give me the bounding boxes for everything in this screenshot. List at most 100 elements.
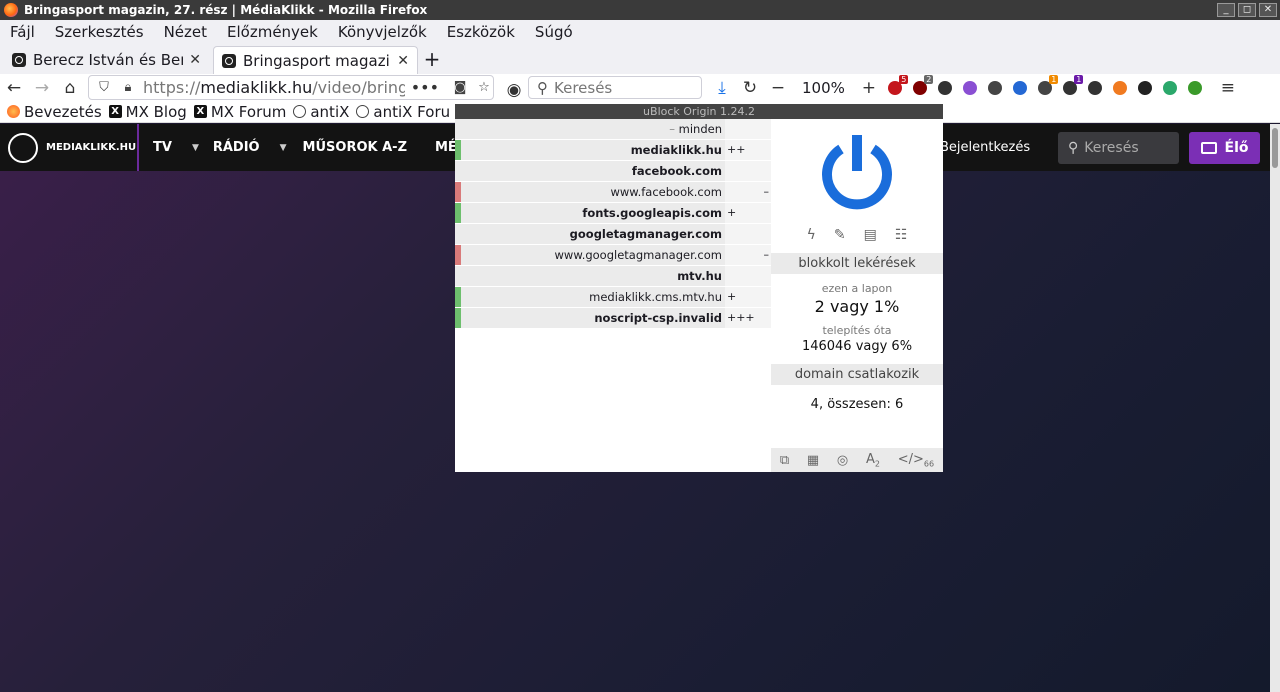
request-count[interactable] (725, 119, 771, 139)
ublock-icon[interactable]: 2 (909, 74, 934, 97)
request-count[interactable] (725, 224, 771, 244)
document-icon[interactable] (1009, 79, 1031, 97)
power-button[interactable] (817, 131, 897, 211)
menu-history[interactable]: Előzmények (217, 23, 328, 41)
chevron-down-icon[interactable]: ▼ (192, 143, 199, 153)
media-block-icon[interactable]: ▦ (807, 453, 819, 468)
ublock-host-row[interactable]: mediaklikk.cms.mtv.hu + (455, 287, 771, 308)
script-block-icon[interactable]: </>66 (898, 452, 934, 469)
request-count[interactable]: ++ (725, 140, 771, 160)
close-icon[interactable]: ✕ (397, 53, 409, 69)
scrollbar-thumb[interactable] (1272, 128, 1278, 168)
nav-musorok[interactable]: MŰSOROK A-Z (303, 140, 407, 155)
cosmetic-filter-icon[interactable]: ◎ (837, 453, 848, 468)
ublock-host-row[interactable]: facebook.com (455, 161, 771, 182)
menu-edit[interactable]: Szerkesztés (45, 23, 154, 41)
ublock-host-row[interactable]: – minden (455, 119, 771, 140)
ublock-hostname[interactable]: mtv.hu (461, 266, 725, 286)
basketball-icon[interactable] (1109, 79, 1131, 97)
site-search-input[interactable]: ⚲ Keresés (1058, 132, 1179, 164)
forward-icon[interactable]: → (28, 76, 56, 100)
lock-icon[interactable]: 🔒︎ (119, 80, 137, 95)
ublock-hostname[interactable]: fonts.googleapis.com (461, 203, 725, 223)
menu-bookmarks[interactable]: Könyvjelzők (328, 23, 437, 41)
minimize-button[interactable]: _ (1217, 3, 1235, 17)
ublock-host-row[interactable]: mtv.hu (455, 266, 771, 287)
ublock-hostname[interactable]: googletagmanager.com (461, 224, 725, 244)
page-scrollbar[interactable] (1270, 124, 1280, 692)
zoom-in-icon[interactable]: + (855, 76, 883, 100)
ublock-hostname[interactable]: www.facebook.com (461, 182, 725, 202)
eyedropper-icon[interactable]: ✎ (834, 227, 846, 245)
font-block-icon[interactable]: A2 (866, 452, 880, 469)
ublock-hostname[interactable]: facebook.com (461, 161, 725, 181)
nav-radio[interactable]: RÁDIÓ (213, 140, 260, 155)
ublock-hostname[interactable]: noscript-csp.invalid (461, 308, 725, 328)
tab-bringasport[interactable]: Bringasport magazin ✕ (213, 46, 418, 74)
ublock-host-row[interactable]: www.facebook.com – (455, 182, 771, 203)
menu-tools[interactable]: Eszközök (437, 23, 525, 41)
download-icon[interactable]: ⤓ (708, 76, 736, 100)
chevron-down-icon[interactable]: ▼ (280, 143, 287, 153)
green-circle-icon[interactable] (1159, 79, 1181, 97)
login-link[interactable]: Bejelentkezés (940, 140, 1030, 155)
reload-icon[interactable]: ↻ (736, 76, 764, 100)
ublock-host-row[interactable]: mediaklikk.hu ++ (455, 140, 771, 161)
multi-color-icon[interactable] (934, 79, 956, 97)
shield-icon[interactable]: ⛉ (95, 80, 113, 95)
menu-file[interactable]: Fájl (0, 23, 45, 41)
request-count[interactable]: + (725, 203, 771, 223)
ublock-host-row[interactable]: googletagmanager.com (455, 224, 771, 245)
zoom-out-icon[interactable]: − (764, 76, 792, 100)
url-text[interactable]: https://mediaklikk.hu/video/bringa (143, 78, 405, 97)
logger-icon[interactable]: ▤ (864, 227, 877, 245)
request-count[interactable]: – (725, 245, 771, 265)
home-icon[interactable]: ⌂ (56, 76, 84, 100)
grid-icon[interactable] (1084, 79, 1106, 97)
lightning-icon[interactable]: ϟ (807, 227, 816, 245)
tab-berecz[interactable]: Berecz István és Ber ✕ (4, 46, 209, 74)
arrow-circle-icon[interactable] (1134, 79, 1156, 97)
building-icon[interactable] (984, 79, 1006, 97)
request-count[interactable]: – (725, 182, 771, 202)
menu-help[interactable]: Súgó (525, 23, 583, 41)
bookmark-mx-forum[interactable]: X MX Forum (193, 103, 286, 121)
request-count[interactable] (725, 266, 771, 286)
close-window-button[interactable]: ✕ (1259, 3, 1277, 17)
request-count[interactable]: +++ (725, 308, 771, 328)
bookmark-antix[interactable]: antiX (293, 103, 349, 121)
menu-view[interactable]: Nézet (154, 23, 217, 41)
ublock-host-row[interactable]: www.googletagmanager.com – (455, 245, 771, 266)
maximize-button[interactable]: ◻ (1238, 3, 1256, 17)
request-count[interactable] (725, 161, 771, 181)
equalizer-icon[interactable]: 1 (1059, 74, 1084, 97)
nav-tv[interactable]: TV (153, 140, 172, 155)
bookmark-bevezetes[interactable]: Bevezetés (7, 103, 102, 121)
account-icon[interactable]: ◉ (500, 78, 528, 102)
zoom-level[interactable]: 100% (792, 79, 855, 97)
ublock-host-row[interactable]: fonts.googleapis.com + (455, 203, 771, 224)
b-plus-icon[interactable] (1184, 79, 1206, 97)
ublock-hostname[interactable]: www.googletagmanager.com (461, 245, 725, 265)
ublock-host-row[interactable]: noscript-csp.invalid +++ (455, 308, 771, 329)
bookmark-mx-blog[interactable]: X MX Blog (108, 103, 187, 121)
new-tab-button[interactable]: + (418, 46, 446, 74)
menu-icon[interactable]: ≡ (1214, 76, 1242, 100)
bookmark-antix-forum[interactable]: antiX Foru (356, 103, 450, 121)
request-count[interactable]: + (725, 287, 771, 307)
ublock-icon-a[interactable]: 5 (884, 74, 909, 97)
url-bar[interactable]: ⛉ 🔒︎ https://mediaklikk.hu/video/bringa … (88, 75, 494, 100)
star-icon[interactable]: ☆ (475, 80, 493, 95)
settings-sliders-icon[interactable]: ☷ (895, 227, 908, 245)
pen-icon[interactable]: 1 (1034, 74, 1059, 97)
ublock-hostname[interactable]: mediaklikk.hu (461, 140, 725, 160)
search-input[interactable]: ⚲ Keresés (528, 76, 702, 99)
popup-block-icon[interactable]: ⧉ (780, 453, 789, 468)
pocket-icon[interactable]: ◙ (451, 80, 469, 95)
live-button[interactable]: Élő (1189, 132, 1260, 164)
back-icon[interactable]: ← (0, 76, 28, 100)
cube-icon[interactable] (959, 79, 981, 97)
site-logo[interactable]: MEDIAKLIKK.HU (0, 124, 139, 171)
ublock-hostname[interactable]: – minden (461, 119, 725, 139)
close-icon[interactable]: ✕ (189, 52, 201, 68)
